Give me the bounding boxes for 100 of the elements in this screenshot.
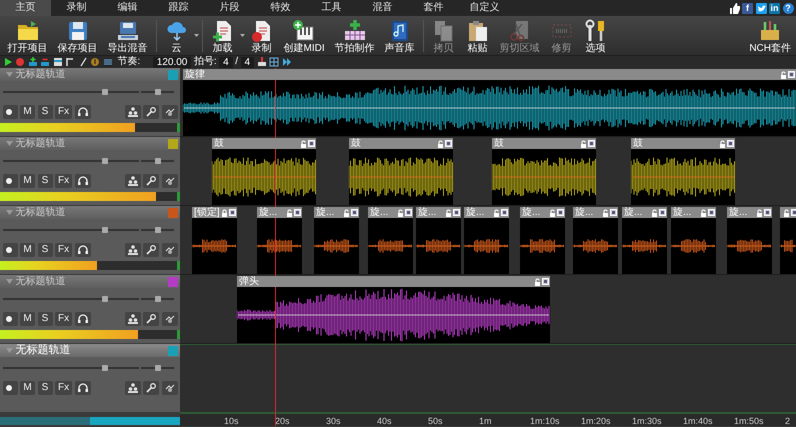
clip-menu-icon[interactable] bbox=[294, 209, 301, 216]
record-arm-button[interactable] bbox=[2, 380, 18, 394]
audio-clip[interactable] bbox=[780, 207, 796, 274]
clip-menu-icon[interactable] bbox=[727, 140, 734, 147]
beats-field[interactable]: 4 bbox=[219, 56, 233, 68]
grid-icon[interactable] bbox=[269, 57, 280, 67]
toolbar-button[interactable]: 声音库 bbox=[380, 18, 420, 54]
caret-icon[interactable] bbox=[240, 34, 244, 37]
headphones-button[interactable] bbox=[74, 174, 91, 188]
caret-icon[interactable] bbox=[194, 34, 198, 37]
record-arm-button[interactable] bbox=[2, 174, 18, 188]
track-button[interactable]: M bbox=[20, 380, 35, 394]
headphones-button[interactable] bbox=[74, 242, 91, 256]
lock-icon[interactable] bbox=[221, 208, 228, 216]
menu-tab[interactable]: 自定义 bbox=[459, 0, 510, 16]
clip-menu-icon[interactable] bbox=[453, 209, 460, 216]
track-tool-button[interactable] bbox=[162, 104, 178, 118]
lock-icon[interactable] bbox=[549, 208, 556, 216]
slider-thumb[interactable] bbox=[102, 158, 108, 164]
lock-icon[interactable] bbox=[445, 208, 452, 216]
slider-thumb[interactable] bbox=[154, 365, 160, 371]
slider-thumb[interactable] bbox=[102, 296, 108, 302]
slider-thumb[interactable] bbox=[154, 158, 160, 164]
slider-thumb[interactable] bbox=[154, 296, 160, 302]
track-tool-button[interactable] bbox=[124, 380, 140, 394]
clip-header[interactable]: 旋... bbox=[314, 207, 359, 218]
headphones-button[interactable] bbox=[74, 104, 91, 118]
clip-header[interactable]: 鼓 bbox=[631, 138, 735, 149]
track-tool-button[interactable] bbox=[143, 242, 159, 256]
slider-thumb[interactable] bbox=[102, 227, 108, 233]
track-button[interactable]: M bbox=[20, 174, 35, 188]
track-header[interactable]: 无标题轨道 bbox=[0, 137, 180, 150]
lock-icon[interactable] bbox=[780, 70, 787, 78]
clip-header[interactable]: 旋... bbox=[257, 207, 302, 218]
track-tool-button[interactable] bbox=[143, 174, 159, 188]
menu-tab[interactable]: 混音 bbox=[357, 0, 408, 16]
menu-tab[interactable]: 工具 bbox=[306, 0, 357, 16]
track-header[interactable]: 无标题轨道 bbox=[0, 275, 180, 288]
lock-icon[interactable] bbox=[343, 208, 350, 216]
help-icon[interactable]: ? bbox=[782, 2, 794, 14]
headphones-button[interactable] bbox=[74, 312, 91, 326]
clip-menu-icon[interactable] bbox=[659, 209, 666, 216]
marker-icon[interactable] bbox=[65, 57, 75, 67]
lock-icon[interactable] bbox=[397, 208, 404, 216]
clip-menu-icon[interactable] bbox=[351, 209, 358, 216]
clip-header[interactable]: 鼓 bbox=[492, 138, 596, 149]
clip-menu-icon[interactable] bbox=[788, 71, 795, 78]
track-tool-button[interactable] bbox=[124, 312, 140, 326]
slider-thumb[interactable] bbox=[154, 89, 160, 95]
toolbar-button[interactable]: 选项 bbox=[578, 18, 613, 54]
linkedin-icon[interactable]: in bbox=[769, 2, 780, 14]
clip-header[interactable]: 鼓 bbox=[212, 138, 316, 149]
lock-icon[interactable] bbox=[493, 208, 500, 216]
lock-icon[interactable] bbox=[437, 140, 444, 148]
clip-menu-icon[interactable] bbox=[610, 209, 617, 216]
track-header[interactable]: 无标题轨道 bbox=[0, 344, 180, 357]
lock-icon[interactable] bbox=[580, 140, 587, 148]
toolbar-button[interactable]: 节拍制作 bbox=[330, 18, 380, 54]
menu-tab[interactable]: 主页 bbox=[0, 0, 51, 16]
clip-header[interactable]: 旋律 bbox=[183, 69, 796, 80]
clip-header[interactable]: 旋... bbox=[622, 207, 667, 218]
lock-icon[interactable] bbox=[286, 208, 293, 216]
facebook-icon[interactable]: f bbox=[742, 2, 753, 14]
record-icon[interactable] bbox=[15, 57, 25, 67]
clip-header[interactable]: 旋... bbox=[464, 207, 509, 218]
pencil-icon[interactable] bbox=[78, 57, 88, 67]
track-header[interactable]: 无标题轨道 bbox=[0, 68, 180, 81]
mixer-icon[interactable] bbox=[52, 57, 62, 67]
menu-tab[interactable]: 特效 bbox=[255, 0, 306, 16]
toolbar-button[interactable]: 加载 bbox=[206, 18, 240, 54]
clip-menu-icon[interactable] bbox=[708, 209, 715, 216]
clip-header[interactable]: 鼓 bbox=[349, 138, 453, 149]
menu-tab[interactable]: 跟踪 bbox=[153, 0, 204, 16]
lock-icon[interactable] bbox=[602, 208, 609, 216]
track-button[interactable]: S bbox=[38, 380, 52, 394]
clip-menu-icon[interactable] bbox=[557, 209, 564, 216]
clip-header[interactable]: 旋... bbox=[368, 207, 413, 218]
track-tool-button[interactable] bbox=[124, 242, 140, 256]
clip-menu-icon[interactable] bbox=[405, 209, 412, 216]
menu-tab[interactable]: 录制 bbox=[51, 0, 102, 16]
lock-icon[interactable] bbox=[756, 208, 763, 216]
beat-unit-field[interactable]: 4 bbox=[240, 56, 254, 68]
toolbar-button[interactable]: 粘贴 bbox=[460, 18, 495, 54]
track-button[interactable]: Fx bbox=[55, 104, 72, 118]
slider-thumb[interactable] bbox=[102, 89, 108, 95]
tempo-field[interactable]: 120.00 bbox=[152, 56, 192, 68]
track-button[interactable]: Fx bbox=[55, 242, 72, 256]
record-arm-button[interactable] bbox=[2, 104, 18, 118]
menu-tab[interactable]: 编辑 bbox=[102, 0, 153, 16]
clip-header[interactable]: 旋... bbox=[727, 207, 772, 218]
track-button[interactable]: S bbox=[38, 242, 52, 256]
clip-menu-icon[interactable] bbox=[445, 140, 452, 147]
metronome-icon[interactable] bbox=[90, 57, 100, 67]
lock-icon[interactable] bbox=[783, 208, 790, 216]
clip-header[interactable]: 旋... bbox=[671, 207, 716, 218]
clip-menu-icon[interactable] bbox=[501, 209, 508, 216]
track-button[interactable]: M bbox=[20, 242, 35, 256]
toolbar-button[interactable]: NCH套件 bbox=[744, 18, 796, 54]
menu-tab[interactable]: 套件 bbox=[408, 0, 459, 16]
slider-thumb[interactable] bbox=[102, 365, 108, 371]
